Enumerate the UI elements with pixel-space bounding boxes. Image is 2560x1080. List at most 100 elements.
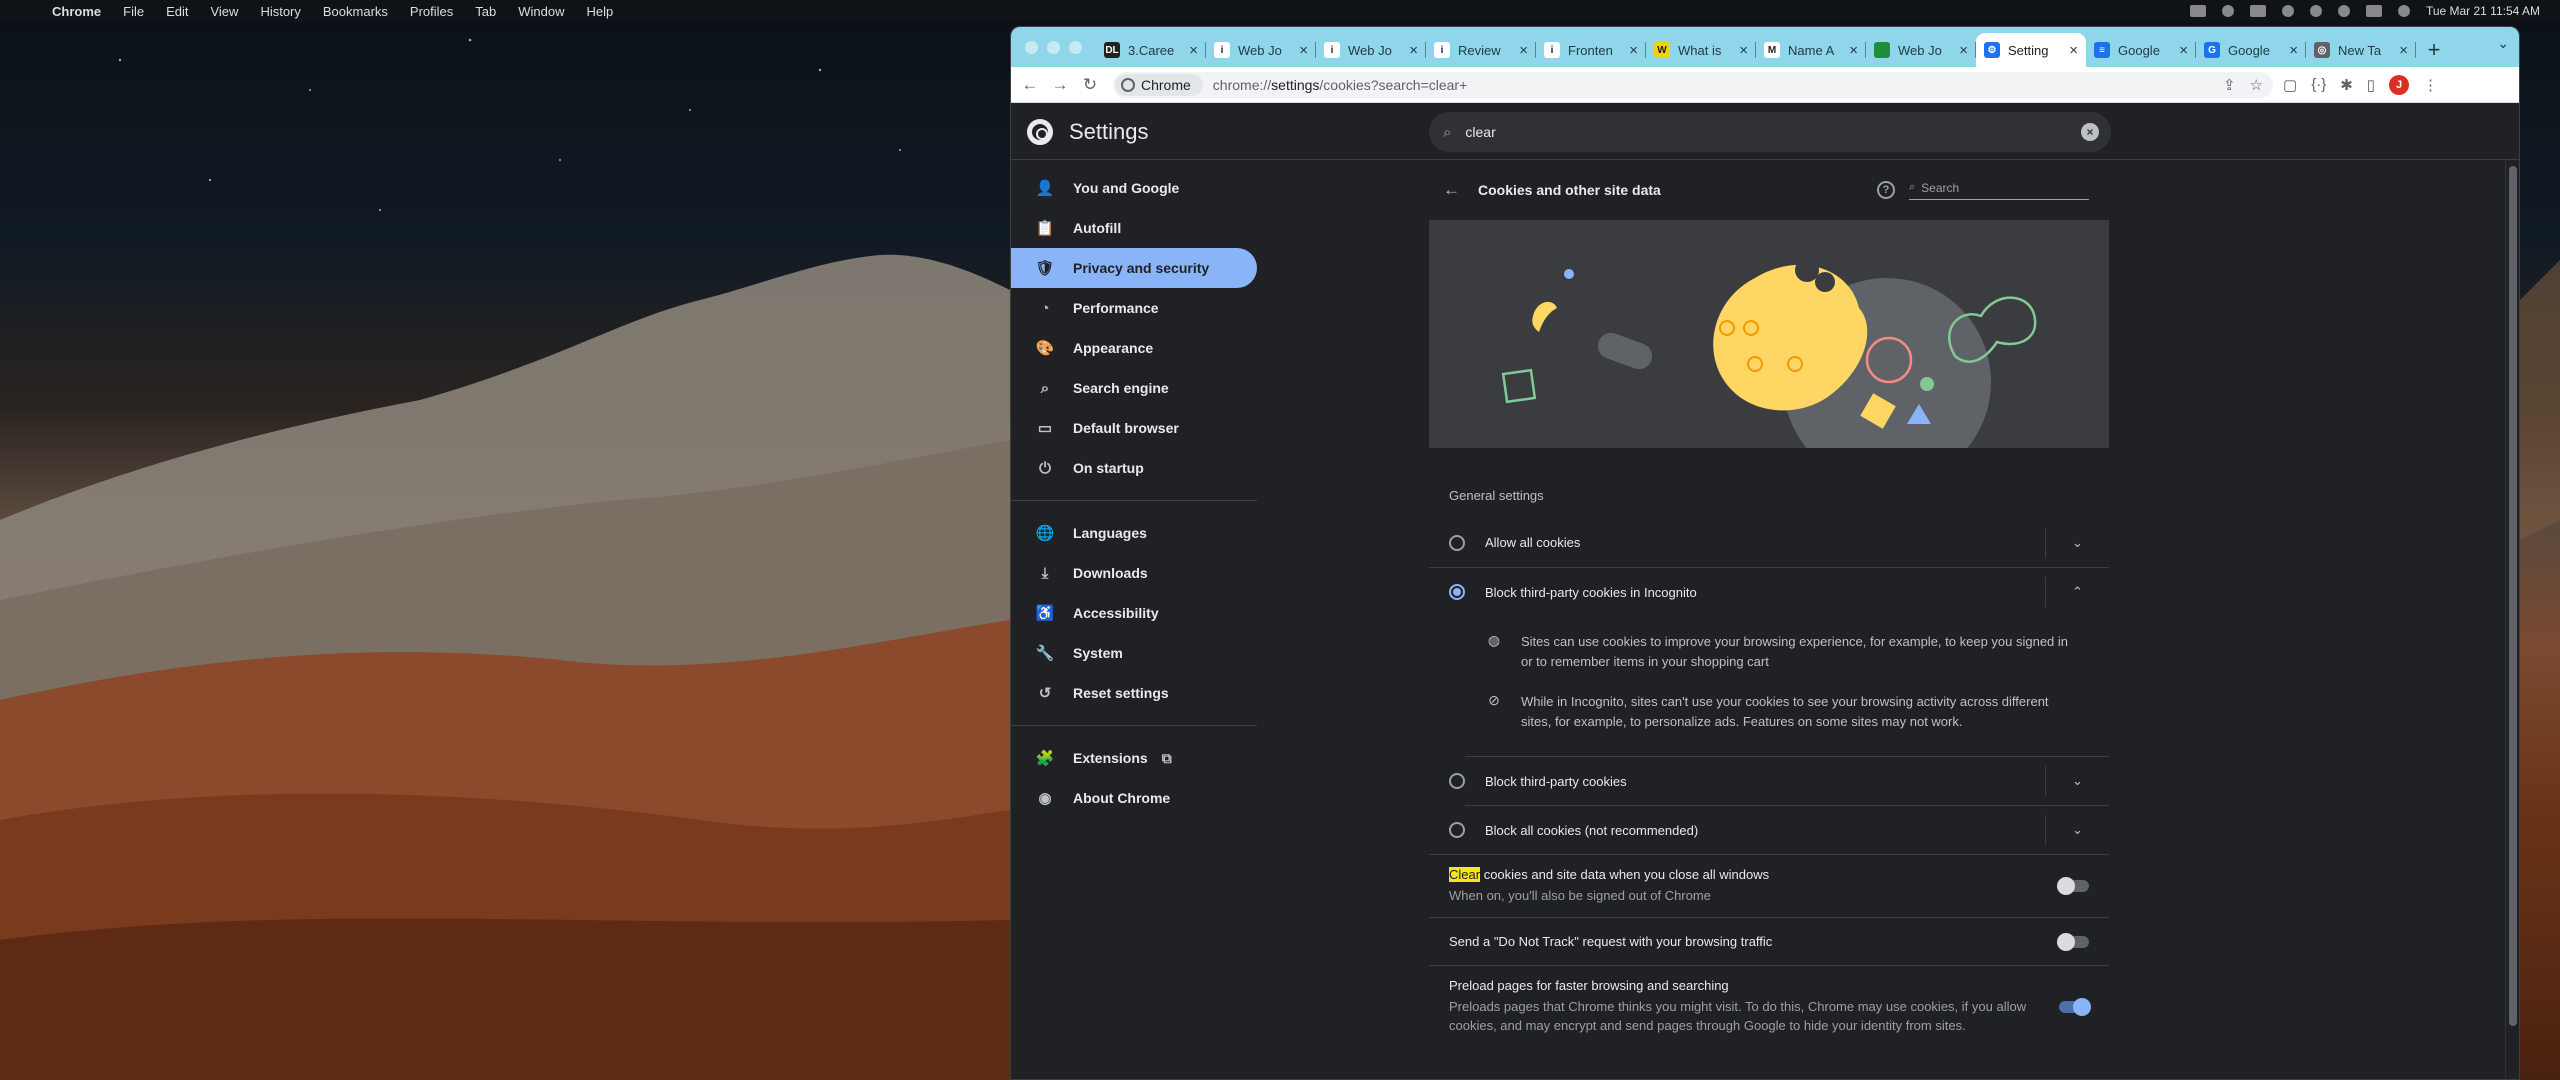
help-icon[interactable]: ? bbox=[1877, 181, 1895, 199]
sidebar-item-extensions[interactable]: 🧩 Extensions ⧉ bbox=[1011, 738, 1257, 778]
sidebar-item-you-and-google[interactable]: 👤 You and Google bbox=[1011, 168, 1257, 208]
tab-5[interactable]: W What is × bbox=[1646, 33, 1756, 67]
site-info-chip[interactable]: Chrome bbox=[1115, 73, 1203, 96]
toggle-preload-pages[interactable]: Preload pages for faster browsing and se… bbox=[1429, 965, 2109, 1047]
control-center-icon[interactable] bbox=[2365, 5, 2382, 17]
menu-tab[interactable]: Tab bbox=[475, 4, 496, 19]
menu-bar-clock[interactable]: Tue Mar 21 11:54 AM bbox=[2426, 4, 2540, 18]
bookmark-star-icon[interactable]: ☆ bbox=[2250, 76, 2263, 94]
bluetooth-icon[interactable] bbox=[2281, 5, 2294, 17]
new-tab-button[interactable]: + bbox=[2416, 33, 2452, 67]
expand-chevron-icon[interactable]: ⌄ bbox=[2045, 815, 2109, 845]
settings-search-box[interactable]: ⌕ clear × bbox=[1429, 112, 2111, 152]
spotlight-search-icon[interactable] bbox=[2337, 5, 2350, 17]
menu-edit[interactable]: Edit bbox=[166, 4, 188, 19]
back-arrow-icon[interactable]: ← bbox=[1443, 180, 1460, 200]
share-icon[interactable]: ⇪ bbox=[2223, 76, 2236, 94]
close-tab-icon[interactable]: × bbox=[2179, 42, 2188, 59]
menu-bookmarks[interactable]: Bookmarks bbox=[323, 4, 388, 19]
zoom-window-button[interactable] bbox=[1069, 40, 1082, 54]
sidebar-item-performance[interactable]: ◔ Performance bbox=[1011, 288, 1257, 328]
option-block-all-cookies[interactable]: Block all cookies (not recommended) ⌄ bbox=[1449, 805, 2109, 854]
radio-block-all[interactable] bbox=[1449, 822, 1465, 838]
close-window-button[interactable] bbox=[1025, 40, 1038, 54]
creative-cloud-icon[interactable] bbox=[2221, 5, 2234, 17]
menu-app-chrome[interactable]: Chrome bbox=[52, 4, 101, 19]
close-tab-icon[interactable]: × bbox=[1299, 42, 1308, 59]
close-tab-icon[interactable]: × bbox=[1849, 42, 1858, 59]
tab-9[interactable]: ≡ Google × bbox=[2086, 33, 2196, 67]
site-search-field[interactable]: ⌕ Search bbox=[1909, 181, 2089, 200]
close-tab-icon[interactable]: × bbox=[1959, 42, 1968, 59]
sidebar-item-accessibility[interactable]: ♿ Accessibility bbox=[1011, 593, 1257, 633]
kebab-menu-icon[interactable]: ⋮ bbox=[2423, 76, 2438, 94]
preload-pages-switch[interactable] bbox=[2059, 997, 2091, 1016]
tab-3[interactable]: i Review × bbox=[1426, 33, 1536, 67]
sidebar-item-appearance[interactable]: 🎨 Appearance bbox=[1011, 328, 1257, 368]
radio-allow-all[interactable] bbox=[1449, 534, 1465, 551]
sidebar-item-downloads[interactable]: ⤓ Downloads bbox=[1011, 553, 1257, 593]
sidebar-item-autofill[interactable]: 📋 Autofill bbox=[1011, 208, 1257, 248]
siri-icon[interactable] bbox=[2397, 5, 2410, 17]
close-tab-icon[interactable]: × bbox=[1189, 42, 1198, 59]
tab-8[interactable]: ⚙ Setting × bbox=[1976, 33, 2086, 67]
sidebar-item-languages[interactable]: 🌐 Languages bbox=[1011, 513, 1257, 553]
menu-profiles[interactable]: Profiles bbox=[410, 4, 453, 19]
close-tab-icon[interactable]: × bbox=[1409, 42, 1418, 59]
sidebar-item-system[interactable]: 🔧 System bbox=[1011, 633, 1257, 673]
expand-chevron-icon[interactable]: ⌄ bbox=[2045, 527, 2109, 558]
close-tab-icon[interactable]: × bbox=[2289, 42, 2298, 59]
minimize-window-button[interactable] bbox=[1047, 40, 1060, 54]
extensions-puzzle-icon[interactable]: ✱ bbox=[2340, 76, 2353, 94]
tab-10[interactable]: G Google × bbox=[2196, 33, 2306, 67]
extension-braces-icon[interactable]: {·} bbox=[2311, 76, 2326, 93]
clear-search-icon[interactable]: × bbox=[2081, 123, 2099, 141]
side-panel-icon[interactable]: ▯ bbox=[2367, 76, 2375, 94]
sidebar-item-about-chrome[interactable]: ◉ About Chrome bbox=[1011, 778, 1257, 818]
sidebar-item-default-browser[interactable]: ▭ Default browser bbox=[1011, 408, 1257, 448]
extension-icon[interactable]: ▢ bbox=[2283, 76, 2297, 94]
toggle-clear-on-exit[interactable]: Clear cookies and site data when you clo… bbox=[1429, 854, 2109, 917]
option-block-third-party[interactable]: Block third-party cookies ⌄ bbox=[1449, 756, 2109, 805]
do-not-track-switch[interactable] bbox=[2057, 932, 2089, 951]
reload-icon[interactable]: ↻ bbox=[1075, 75, 1105, 95]
clear-on-exit-switch[interactable] bbox=[2057, 877, 2089, 895]
menu-history[interactable]: History bbox=[260, 4, 300, 19]
expand-chevron-icon[interactable]: ⌄ bbox=[2045, 766, 2109, 796]
tab-0[interactable]: DL 3.Caree × bbox=[1096, 33, 1206, 67]
settings-search-input[interactable]: clear bbox=[1465, 124, 1495, 140]
close-tab-icon[interactable]: × bbox=[2069, 42, 2078, 59]
close-tab-icon[interactable]: × bbox=[1519, 42, 1528, 59]
keyboard-input-icon[interactable] bbox=[2249, 5, 2266, 17]
sidebar-item-privacy-and-security[interactable]: 🛡 Privacy and security bbox=[1011, 248, 1257, 288]
sidebar-item-on-startup[interactable]: ⏻ On startup bbox=[1011, 448, 1257, 488]
option-allow-all-cookies[interactable]: Allow all cookies ⌄ bbox=[1429, 518, 2109, 567]
menu-file[interactable]: File bbox=[123, 4, 144, 19]
collapse-chevron-icon[interactable]: ⌃ bbox=[2045, 577, 2109, 607]
menu-window[interactable]: Window bbox=[518, 4, 564, 19]
close-tab-icon[interactable]: × bbox=[1739, 42, 1748, 59]
forward-arrow-icon[interactable]: → bbox=[1045, 75, 1075, 95]
toggle-do-not-track[interactable]: Send a "Do Not Track" request with your … bbox=[1429, 917, 2109, 965]
profile-avatar[interactable]: J bbox=[2389, 74, 2410, 95]
scrollbar-thumb[interactable] bbox=[2509, 166, 2517, 1026]
tab-search-chevron-icon[interactable]: ⌄ bbox=[2497, 35, 2509, 52]
tab-4[interactable]: i Fronten × bbox=[1536, 33, 1646, 67]
tab-2[interactable]: i Web Jo × bbox=[1316, 33, 1426, 67]
wifi-icon[interactable] bbox=[2309, 5, 2322, 17]
radio-block-incognito[interactable] bbox=[1449, 584, 1465, 600]
menu-help[interactable]: Help bbox=[587, 4, 614, 19]
back-arrow-icon[interactable]: ← bbox=[1015, 75, 1045, 95]
close-tab-icon[interactable]: × bbox=[2399, 42, 2408, 59]
option-block-third-party-incognito[interactable]: Block third-party cookies in Incognito ⌃ bbox=[1429, 567, 2109, 616]
page-scrollbar[interactable] bbox=[2505, 160, 2519, 1079]
radio-block-third-party[interactable] bbox=[1449, 773, 1465, 789]
address-bar[interactable]: Chrome chrome://settings/cookies?search=… bbox=[1113, 71, 2273, 98]
sidebar-item-search-engine[interactable]: ⌕ Search engine bbox=[1011, 368, 1257, 408]
tab-6[interactable]: M Name A × bbox=[1756, 33, 1866, 67]
close-tab-icon[interactable]: × bbox=[1629, 42, 1638, 59]
tab-7[interactable]: Web Jo × bbox=[1866, 33, 1976, 67]
tab-11[interactable]: ◎ New Ta × bbox=[2306, 33, 2416, 67]
menu-view[interactable]: View bbox=[210, 4, 238, 19]
cloud-icon[interactable] bbox=[2189, 5, 2206, 17]
